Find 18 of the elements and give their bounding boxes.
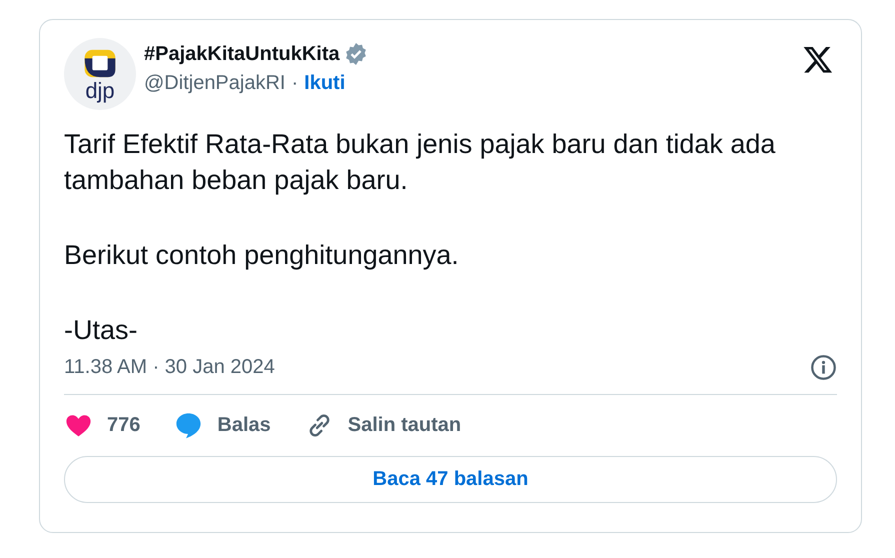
logo-text: djp	[85, 80, 115, 100]
x-logo-icon[interactable]	[801, 44, 835, 75]
action-button[interactable]: Balas	[174, 411, 271, 440]
read-replies-button[interactable]: Baca 47 balasan	[64, 456, 837, 503]
avatar[interactable]: djp	[64, 38, 136, 110]
info-icon[interactable]	[810, 354, 837, 381]
follow-link[interactable]: Ikuti	[304, 72, 346, 95]
account-handle[interactable]: @DitjenPajakRI	[144, 72, 286, 95]
timestamp[interactable]: 11.38 AM · 30 Jan 2024	[64, 356, 275, 379]
tweet-text: Berikut contoh penghitungannya.	[64, 239, 460, 272]
speech-bubble-icon	[174, 411, 204, 440]
action-button[interactable]: 776	[64, 411, 140, 440]
action-button[interactable]: Salin tautan	[304, 411, 462, 440]
logo-icon	[83, 48, 117, 78]
separator-dot: ·	[291, 72, 298, 95]
account-name[interactable]: #PajakKitaUntukKita	[144, 42, 340, 66]
tweet-text: Tarif Efektif Rata-Rata bukan jenis pajak baru dan tidak ada tambahan beban pajak baru.	[64, 128, 776, 197]
tweet-text: -Utas-	[64, 314, 138, 347]
